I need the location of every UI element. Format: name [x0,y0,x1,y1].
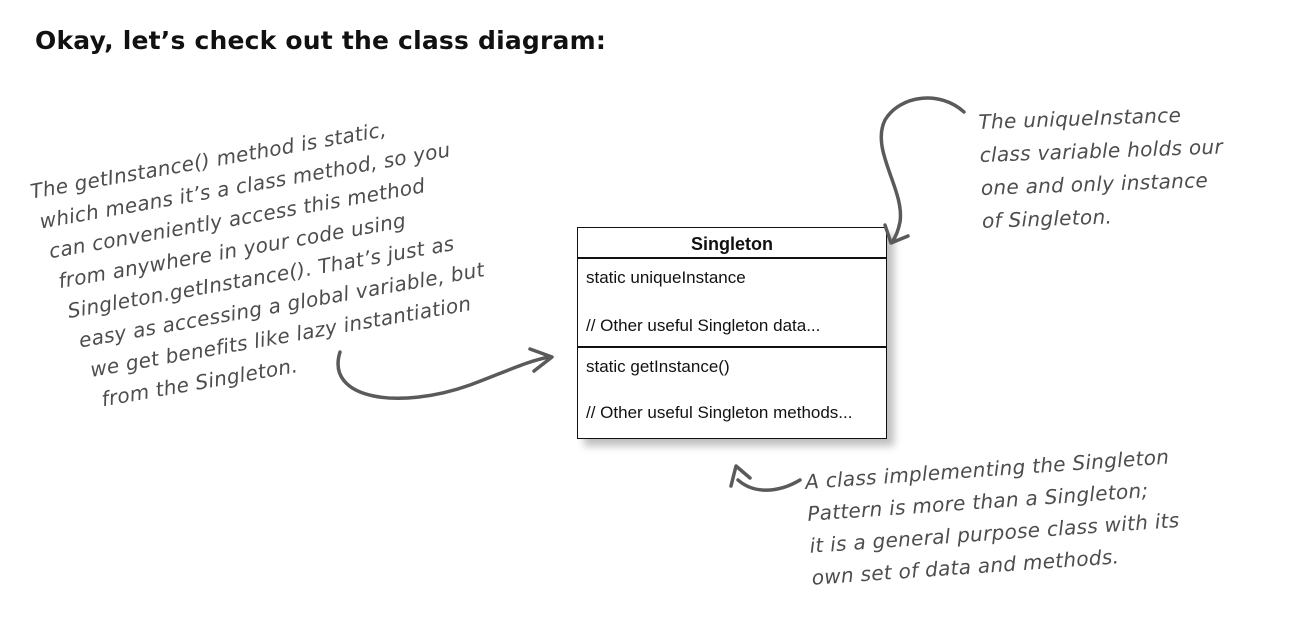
class-methods: static getInstance() // Other useful Sin… [578,348,886,424]
attribute-other-data: // Other useful Singleton data... [586,316,821,335]
page-title: Okay, let’s check out the class diagram: [35,26,607,55]
arrow-to-class-box [736,478,802,492]
method-other-methods: // Other useful Singleton methods... [586,403,853,422]
class-attributes: static uniqueInstance // Other useful Si… [578,259,886,348]
general-purpose-annotation: A class implementing the Singleton Patte… [804,440,1183,594]
unique-instance-annotation: The uniqueInstance class variable holds … [978,98,1226,238]
get-instance-annotation: The getInstance() method is static, whic… [22,102,498,423]
annotation-line: of Singleton. [981,204,1113,233]
method-get-instance: static getInstance() [586,357,730,376]
class-name: Singleton [578,228,886,259]
arrow-to-unique-instance [879,96,966,244]
arrowhead-get-instance [528,347,554,373]
arrowhead-class-box [729,464,752,488]
singleton-class-box: Singleton static uniqueInstance // Other… [577,227,887,439]
attribute-unique-instance: static uniqueInstance [586,268,746,287]
